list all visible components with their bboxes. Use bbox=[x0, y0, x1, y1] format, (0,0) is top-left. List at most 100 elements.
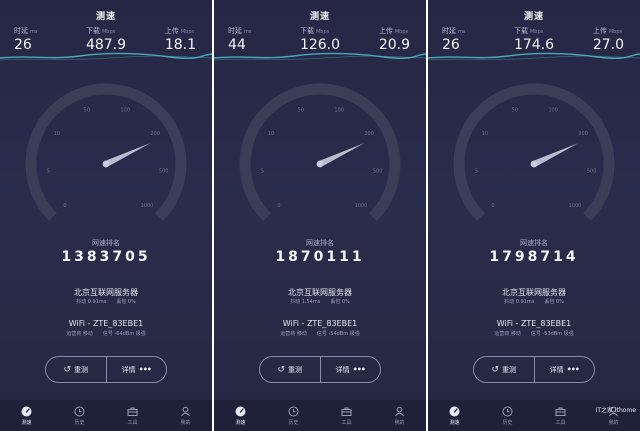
wifi-meta: 运营商 移动 信号 -53dBm 极强 bbox=[428, 330, 640, 337]
tab-label: 历史 bbox=[74, 419, 85, 426]
jitter-value: 抖动 0.91ms bbox=[504, 299, 535, 305]
tab-label: 我的 bbox=[394, 419, 405, 426]
details-button[interactable]: 详情 ••• bbox=[319, 357, 381, 382]
wifi-meta: 运营商 移动 信号 -54dBm 极强 bbox=[214, 330, 426, 337]
retest-button[interactable]: ↺ 重测 bbox=[46, 357, 106, 382]
signal-value: 信号 -64dBm 极强 bbox=[102, 331, 146, 337]
download-unit: Mbps bbox=[529, 29, 544, 35]
toolbox-icon bbox=[127, 406, 138, 417]
gauge-tick-label: 500 bbox=[373, 168, 383, 174]
tab-user[interactable]: 我的 bbox=[380, 406, 420, 426]
gauge-tick-label: 0 bbox=[63, 203, 66, 209]
tab-user[interactable]: 我的 bbox=[166, 406, 206, 426]
wifi-name: WiFi - ZTE_83EBE1 bbox=[68, 319, 144, 328]
download-label: 下载 bbox=[513, 27, 528, 35]
page-title: 测速 bbox=[523, 12, 544, 22]
gauge-tick-label: 200 bbox=[150, 131, 160, 137]
download-unit: Mbps bbox=[101, 29, 116, 35]
server-meta: 抖动 0.91ms 丢包 0% bbox=[428, 298, 640, 305]
upload-unit: Mbps bbox=[180, 29, 195, 35]
server-meta: 抖动 1.54ms 丢包 0% bbox=[214, 298, 426, 305]
rank-value: 1870111 bbox=[275, 249, 365, 265]
rank-label: 网速排名 bbox=[92, 239, 120, 247]
operator-value: 运营商 移动 bbox=[280, 331, 307, 337]
server-name: 北京互联网服务器 bbox=[288, 288, 352, 297]
gauge-needle bbox=[104, 143, 151, 167]
action-buttons: ↺ 重测 详情 ••• bbox=[259, 356, 381, 383]
gauge-tick-label: 50 bbox=[512, 107, 518, 113]
speed-gauge: 0 5 10 50 100 200 500 1000 bbox=[25, 83, 187, 221]
tab-clock[interactable]: 历史 bbox=[274, 406, 314, 426]
rank-value: 1383705 bbox=[61, 249, 151, 265]
speedtest-screen-3: 测速 时延 ms 26 下载 Mbps 174.6 上传 Mbps 27.0 0 5 10… bbox=[428, 0, 640, 431]
tab-bar: 测速 历史 工具 我的 bbox=[214, 400, 426, 431]
details-button[interactable]: 详情 ••• bbox=[105, 357, 167, 382]
speedtest-screen-1: 测速 时延 ms 26 下载 Mbps 487.9 上传 Mbps 18.1 0 5 10… bbox=[0, 0, 212, 431]
gauge-track bbox=[239, 83, 401, 221]
retest-button[interactable]: ↺ 重测 bbox=[260, 357, 320, 382]
gauge-tick-label: 1000 bbox=[569, 203, 582, 209]
gauge-tick-label: 1000 bbox=[355, 203, 368, 209]
wifi-meta: 运营商 移动 信号 -64dBm 极强 bbox=[0, 330, 212, 337]
action-buttons: ↺ 重测 详情 ••• bbox=[45, 356, 167, 383]
server-meta: 抖动 0.91ms 丢包 0% bbox=[0, 298, 212, 305]
tab-clock[interactable]: 历史 bbox=[488, 406, 528, 426]
tab-label: 测速 bbox=[449, 419, 460, 426]
packet-loss-value: 丢包 0% bbox=[330, 299, 350, 305]
tab-label: 测速 bbox=[21, 419, 32, 426]
tab-label: 工具 bbox=[341, 419, 352, 426]
gauge-tick-label: 500 bbox=[587, 168, 597, 174]
upload-label: 上传 bbox=[592, 27, 607, 35]
wifi-name: WiFi - ZTE_83EBE1 bbox=[282, 319, 358, 328]
user-icon bbox=[180, 406, 191, 417]
jitter-value: 抖动 1.54ms bbox=[290, 299, 321, 305]
tab-label: 测速 bbox=[235, 419, 246, 426]
speedometer-icon bbox=[449, 406, 460, 417]
tab-label: 我的 bbox=[608, 419, 619, 426]
tab-speedometer[interactable]: 测速 bbox=[7, 406, 47, 426]
tab-speedometer[interactable]: 测速 bbox=[435, 406, 475, 426]
gauge-hub bbox=[102, 160, 110, 168]
operator-value: 运营商 移动 bbox=[66, 331, 93, 337]
retest-icon: ↺ bbox=[63, 364, 72, 375]
tab-toolbox[interactable]: 工具 bbox=[113, 406, 153, 426]
gauge-hub bbox=[530, 160, 538, 168]
speed-gauge: 0 5 10 50 100 200 500 1000 bbox=[239, 83, 401, 221]
rank-label: 网速排名 bbox=[520, 239, 548, 247]
tab-toolbox[interactable]: 工具 bbox=[541, 406, 581, 426]
gauge-tick-label: 5 bbox=[475, 168, 478, 174]
download-label: 下载 bbox=[85, 27, 100, 35]
details-button[interactable]: 详情 ••• bbox=[533, 357, 595, 382]
upload-unit: Mbps bbox=[608, 29, 623, 35]
upload-label: 上传 bbox=[164, 27, 179, 35]
gauge-tick-label: 200 bbox=[578, 131, 588, 137]
gauge-tick-label: 200 bbox=[364, 131, 374, 137]
gauge-tick-label: 0 bbox=[277, 203, 280, 209]
gauge-tick-label: 50 bbox=[298, 107, 304, 113]
retest-icon: ↺ bbox=[491, 364, 500, 375]
clock-icon bbox=[288, 406, 299, 417]
speed-waveform bbox=[0, 52, 212, 61]
watermark: IT之家 ithome bbox=[595, 407, 636, 414]
more-dots-icon: ••• bbox=[138, 365, 152, 374]
page-title: 测速 bbox=[309, 12, 330, 22]
tab-toolbox[interactable]: 工具 bbox=[327, 406, 367, 426]
gauge-tick-label: 1000 bbox=[141, 203, 154, 209]
action-buttons: ↺ 重测 详情 ••• bbox=[473, 356, 595, 383]
download-unit: Mbps bbox=[315, 29, 330, 35]
tab-clock[interactable]: 历史 bbox=[60, 406, 100, 426]
server-name: 北京互联网服务器 bbox=[502, 288, 566, 297]
tab-label: 工具 bbox=[555, 419, 566, 426]
more-dots-icon: ••• bbox=[566, 365, 580, 374]
tab-speedometer[interactable]: 测速 bbox=[221, 406, 261, 426]
gauge-tick-label: 10 bbox=[482, 131, 488, 137]
rank-value: 1798714 bbox=[489, 249, 579, 265]
gauge-tick-label: 10 bbox=[268, 131, 274, 137]
gauge-tick-label: 100 bbox=[120, 107, 130, 113]
wifi-name: WiFi - ZTE_83EBE1 bbox=[496, 319, 572, 328]
retest-button[interactable]: ↺ 重测 bbox=[474, 357, 534, 382]
clock-icon bbox=[74, 406, 85, 417]
speedometer-icon bbox=[235, 406, 246, 417]
gauge-tick-label: 100 bbox=[334, 107, 344, 113]
server-name: 北京互联网服务器 bbox=[74, 288, 138, 297]
